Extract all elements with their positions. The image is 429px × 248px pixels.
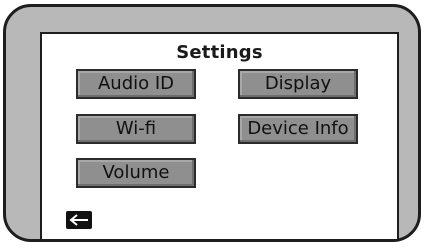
- volume-button[interactable]: Volume: [76, 158, 196, 188]
- display-button[interactable]: Display: [238, 69, 358, 99]
- settings-screen: Settings Audio ID Display Wi-fi Device I…: [40, 32, 399, 241]
- wifi-button[interactable]: Wi-fi: [76, 114, 196, 144]
- device-bezel: Settings Audio ID Display Wi-fi Device I…: [3, 4, 421, 242]
- device-info-button[interactable]: Device Info: [238, 114, 358, 144]
- stage: Settings Audio ID Display Wi-fi Device I…: [0, 0, 429, 248]
- screen-title: Settings: [176, 42, 263, 63]
- back-button[interactable]: [66, 211, 92, 229]
- left-arrow-icon: [69, 214, 88, 226]
- audio-id-button[interactable]: Audio ID: [76, 69, 196, 99]
